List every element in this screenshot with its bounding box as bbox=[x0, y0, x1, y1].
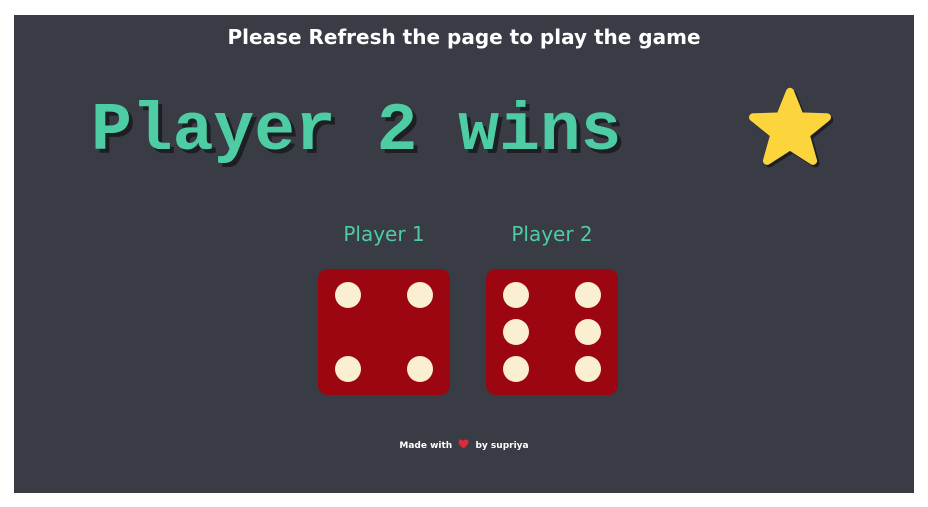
dice-pip bbox=[503, 319, 530, 345]
player-1-label: Player 1 bbox=[343, 222, 425, 246]
player-1-panel: Player 1 bbox=[318, 218, 450, 395]
player-2-label: Player 2 bbox=[511, 222, 593, 246]
dice-pip bbox=[335, 355, 362, 382]
footer-prefix: Made with bbox=[399, 441, 453, 451]
heart-icon bbox=[458, 439, 469, 449]
star-icon bbox=[749, 87, 833, 168]
dice-pip bbox=[574, 355, 601, 382]
game-container: Please Refresh the page to play the game… bbox=[14, 15, 914, 493]
footer-suffix: by supriya bbox=[475, 441, 529, 451]
dice-pip bbox=[335, 282, 362, 309]
dice-pip bbox=[574, 282, 601, 309]
dice-pip bbox=[574, 319, 601, 345]
dice-pip bbox=[503, 282, 530, 309]
player-1-dice bbox=[318, 269, 450, 395]
dice-pip bbox=[406, 355, 433, 382]
winner-text: Player 2 wins bbox=[91, 93, 622, 170]
result-headline: Player 2 wins bbox=[91, 97, 622, 167]
dice-pip bbox=[503, 355, 530, 382]
footer-credit: Made with by supriya bbox=[14, 439, 914, 453]
player-2-panel: Player 2 bbox=[486, 218, 618, 395]
player-2-dice bbox=[486, 269, 618, 395]
refresh-instruction: Please Refresh the page to play the game bbox=[227, 25, 701, 49]
dice-pip bbox=[406, 282, 433, 309]
